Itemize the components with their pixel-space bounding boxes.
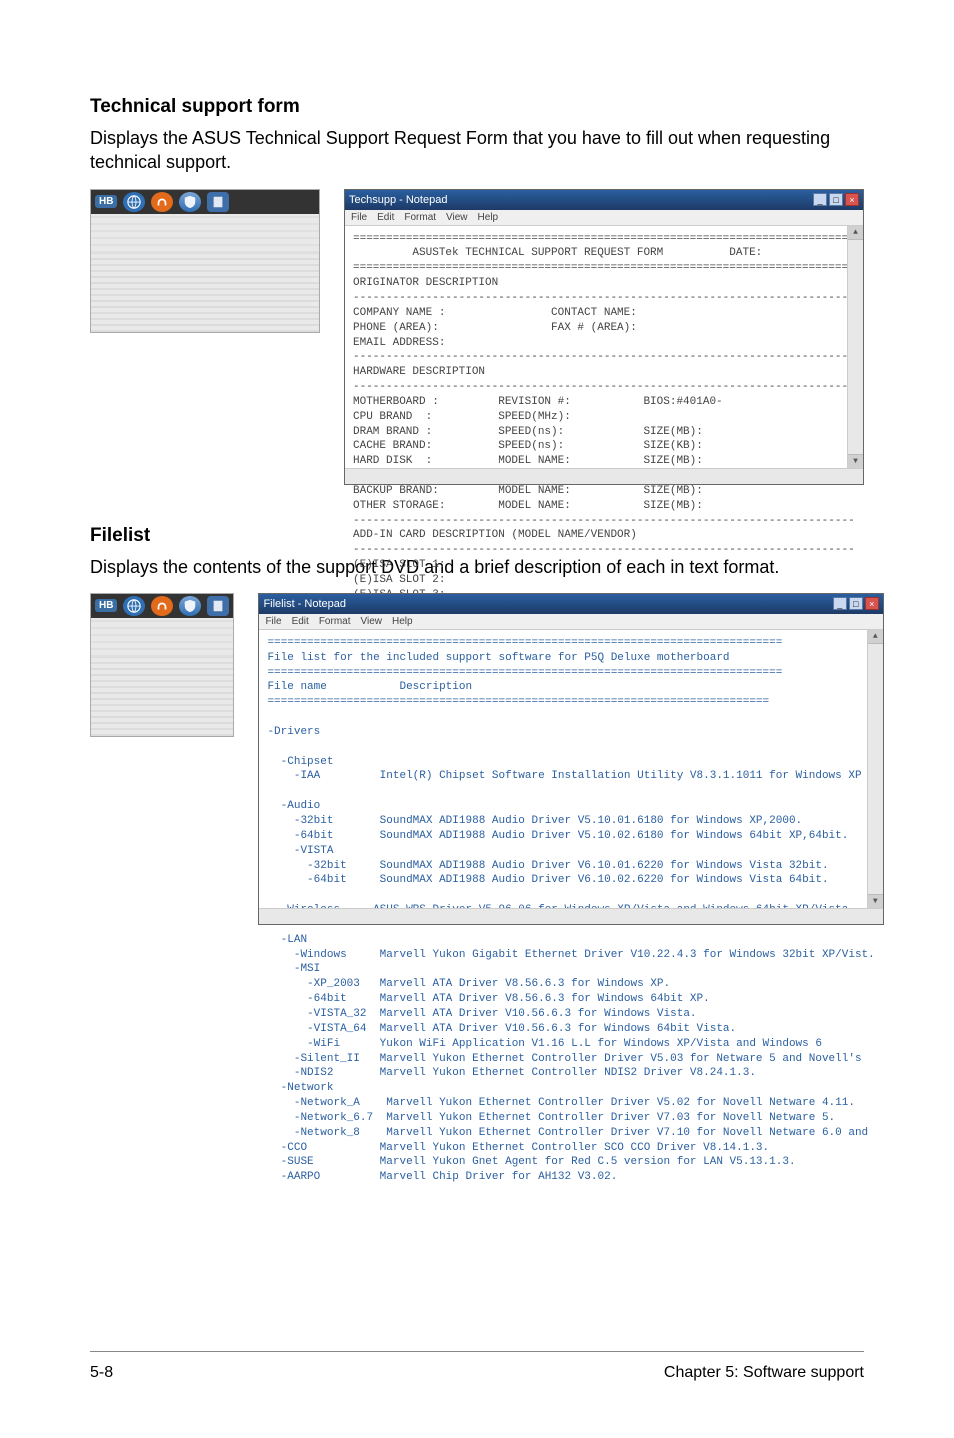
page-number: 5-8: [90, 1364, 113, 1382]
thumbnail-1: HB: [90, 189, 320, 333]
menu-edit[interactable]: Edit: [292, 616, 309, 627]
close-button[interactable]: ×: [865, 597, 879, 610]
shield-icon: [179, 596, 201, 616]
book-icon: [207, 596, 229, 616]
menu-help[interactable]: Help: [392, 616, 413, 627]
chapter-label: Chapter 5: Software support: [664, 1364, 864, 1382]
hb-label: HB: [95, 195, 117, 208]
section1-body: Displays the ASUS Technical Support Requ…: [90, 126, 864, 175]
thumbnail-header: HB: [91, 594, 233, 618]
scrollbar-vertical[interactable]: ▲▼: [847, 226, 863, 468]
thumbnail-body: [91, 214, 319, 332]
thumbnail-2: HB: [90, 593, 234, 737]
menu-edit[interactable]: Edit: [377, 212, 394, 223]
notepad-techsupp: Techsupp - Notepad _ □ × File Edit Forma…: [344, 189, 864, 485]
notepad-menu: File Edit Format View Help: [259, 614, 882, 630]
globe-icon: [123, 192, 145, 212]
menu-view[interactable]: View: [360, 616, 382, 627]
scrollbar-horizontal[interactable]: [345, 468, 863, 484]
section1-title: Technical support form: [90, 96, 864, 118]
close-button[interactable]: ×: [845, 193, 859, 206]
book-icon: [207, 192, 229, 212]
shield-icon: [179, 192, 201, 212]
menu-view[interactable]: View: [446, 212, 468, 223]
menu-file[interactable]: File: [351, 212, 367, 223]
footer-divider: [90, 1351, 864, 1352]
menu-format[interactable]: Format: [404, 212, 436, 223]
menu-file[interactable]: File: [265, 616, 281, 627]
scrollbar-vertical[interactable]: ▲▼: [867, 630, 883, 908]
notepad-menu: File Edit Format View Help: [345, 210, 863, 226]
notepad-titlebar: Filelist - Notepad _ □ ×: [259, 594, 882, 614]
headset-icon: [151, 596, 173, 616]
thumbnail-header: HB: [91, 190, 319, 214]
notepad-title-text: Techsupp - Notepad: [349, 194, 447, 206]
menu-help[interactable]: Help: [478, 212, 499, 223]
hb-label: HB: [95, 599, 117, 612]
minimize-button[interactable]: _: [813, 193, 827, 206]
scrollbar-horizontal[interactable]: [259, 908, 882, 924]
minimize-button[interactable]: _: [833, 597, 847, 610]
notepad-filelist: Filelist - Notepad _ □ × File Edit Forma…: [258, 593, 883, 925]
notepad-titlebar: Techsupp - Notepad _ □ ×: [345, 190, 863, 210]
notepad-title-text: Filelist - Notepad: [263, 598, 346, 610]
maximize-button[interactable]: □: [829, 193, 843, 206]
menu-format[interactable]: Format: [319, 616, 351, 627]
thumbnail-body: [91, 618, 233, 736]
headset-icon: [151, 192, 173, 212]
globe-icon: [123, 596, 145, 616]
maximize-button[interactable]: □: [849, 597, 863, 610]
